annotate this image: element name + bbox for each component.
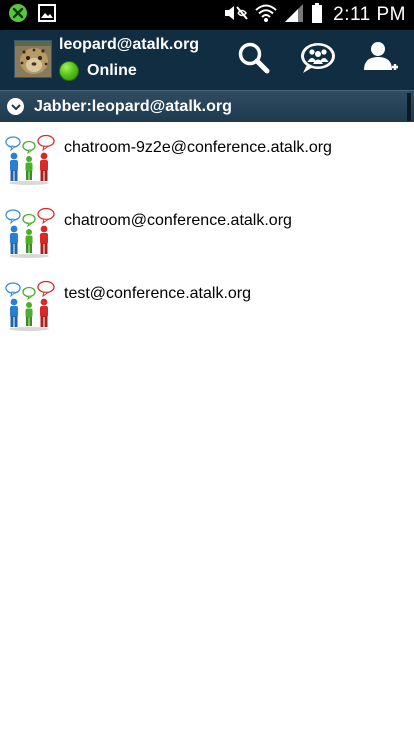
online-status-icon [59, 61, 79, 81]
chatroom-button[interactable] [296, 38, 340, 82]
chatroom-name: test@conference.atalk.org [64, 285, 252, 302]
chatroom-name: chatroom-9z2e@conference.atalk.org [64, 139, 332, 156]
chatroom-list: chatroom-9z2e@conference.atalk.org chatr… [0, 122, 414, 341]
avatar[interactable] [14, 40, 52, 78]
search-button[interactable] [232, 38, 276, 82]
status-time: 2:11 PM [333, 4, 406, 25]
chatroom-people-icon [4, 207, 56, 259]
account-group-label: Jabber:leopard@atalk.org [34, 98, 232, 115]
add-contact-icon [361, 40, 399, 81]
chatroom-list-item[interactable]: chatroom-9z2e@conference.atalk.org [0, 122, 414, 195]
status-left-icons [8, 3, 56, 28]
battery-icon [311, 2, 323, 28]
chatroom-people-icon [4, 134, 56, 186]
app-header: leopard@atalk.org Online [0, 30, 414, 90]
status-bar: 2:11 PM [0, 0, 414, 30]
add-contact-button[interactable] [358, 38, 402, 82]
presence-status[interactable]: Online [59, 60, 137, 82]
search-icon [237, 41, 271, 80]
chatroom-list-item[interactable]: test@conference.atalk.org [0, 268, 414, 341]
chatroom-people-icon [4, 280, 56, 332]
chatroom-list-item[interactable]: chatroom@conference.atalk.org [0, 195, 414, 268]
chatroom-name: chatroom@conference.atalk.org [64, 212, 292, 229]
wifi-icon [255, 3, 277, 28]
notification-app-icon [8, 3, 28, 28]
signal-icon [283, 3, 305, 28]
chevron-down-icon[interactable] [7, 98, 24, 115]
status-right-icons: 2:11 PM [223, 2, 406, 28]
gallery-icon [38, 3, 56, 27]
scroll-indicator [407, 93, 411, 121]
account-group-header[interactable]: Jabber:leopard@atalk.org [0, 90, 414, 122]
account-name: leopard@atalk.org [59, 36, 200, 53]
presence-label: Online [87, 62, 137, 79]
chatroom-icon [298, 40, 338, 81]
mute-icon [223, 4, 249, 27]
